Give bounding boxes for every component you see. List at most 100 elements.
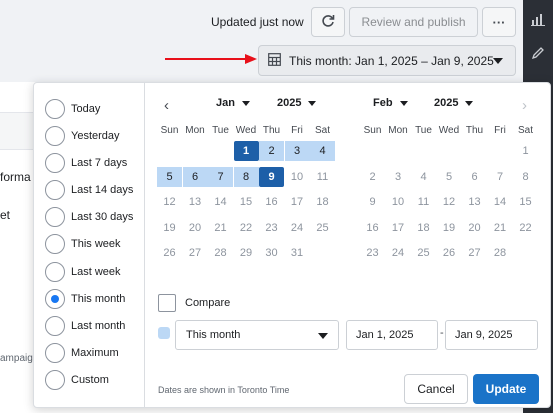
day-cell[interactable]: 24: [386, 243, 411, 263]
day-cell[interactable]: 2: [360, 167, 385, 187]
end-date-input[interactable]: Jan 9, 2025: [445, 320, 538, 350]
preset-this-month[interactable]: This month: [45, 288, 125, 310]
day-cell[interactable]: 27: [462, 243, 487, 263]
day-cell[interactable]: 31: [285, 243, 310, 263]
day-cell[interactable]: 2: [259, 141, 284, 161]
day-cell[interactable]: 8: [513, 167, 538, 187]
day-cell[interactable]: 6: [462, 167, 487, 187]
day-cell[interactable]: 16: [259, 192, 284, 212]
day-cell[interactable]: 23: [360, 243, 385, 263]
preset-last-14-days[interactable]: Last 14 days: [45, 179, 133, 201]
day-cell[interactable]: 5: [157, 166, 182, 187]
day-cell[interactable]: 3: [284, 141, 310, 161]
preset-maximum[interactable]: Maximum: [45, 342, 119, 364]
day-cell[interactable]: 20: [462, 218, 487, 238]
day-cell[interactable]: 15: [513, 192, 538, 212]
day-cell[interactable]: 26: [437, 243, 462, 263]
right-year-select[interactable]: 2025: [434, 97, 474, 109]
day-cell[interactable]: 16: [360, 218, 385, 238]
day-cell[interactable]: 18: [411, 218, 436, 238]
day-cell[interactable]: 21: [488, 218, 513, 238]
day-cell[interactable]: 11: [310, 167, 335, 187]
day-cell[interactable]: 12: [437, 192, 462, 212]
preset-radio[interactable]: [45, 126, 65, 146]
start-date-input[interactable]: Jan 1, 2025: [346, 320, 438, 350]
preset-radio[interactable]: [45, 207, 65, 227]
preset-radio[interactable]: [45, 343, 65, 363]
preset-custom[interactable]: Custom: [45, 369, 109, 391]
day-cell[interactable]: 8: [233, 166, 259, 187]
day-cell[interactable]: 25: [310, 218, 335, 238]
date-range-button[interactable]: This month: Jan 1, 2025 – Jan 9, 2025: [258, 45, 516, 76]
bar-chart-icon[interactable]: [531, 12, 545, 26]
preset-this-week[interactable]: This week: [45, 233, 121, 255]
day-cell[interactable]: 10: [285, 167, 310, 187]
day-cell[interactable]: 4: [411, 167, 436, 187]
cancel-button[interactable]: Cancel: [404, 374, 468, 404]
preset-radio[interactable]: [45, 180, 65, 200]
preset-radio[interactable]: [45, 370, 65, 390]
day-cell[interactable]: 9: [259, 166, 284, 187]
day-cell[interactable]: 22: [513, 218, 538, 238]
preset-last-month[interactable]: Last month: [45, 315, 125, 337]
preset-radio[interactable]: [45, 316, 65, 336]
day-cell[interactable]: 1: [513, 141, 538, 161]
day-cell[interactable]: 14: [208, 192, 233, 212]
day-cell[interactable]: 7: [488, 167, 513, 187]
preset-radio[interactable]: [45, 99, 65, 119]
day-cell[interactable]: 19: [157, 218, 182, 238]
chevron-left-icon[interactable]: ‹: [164, 97, 169, 114]
preset-last-7-days[interactable]: Last 7 days: [45, 152, 127, 174]
day-cell[interactable]: 23: [259, 218, 284, 238]
preset-today[interactable]: Today: [45, 98, 100, 120]
day-cell[interactable]: 1: [233, 141, 259, 161]
day-cell[interactable]: 30: [259, 243, 284, 263]
day-cell[interactable]: 13: [462, 192, 487, 212]
day-cell[interactable]: 21: [208, 218, 233, 238]
day-cell[interactable]: 4: [310, 141, 335, 161]
day-cell[interactable]: 20: [183, 218, 208, 238]
day-cell[interactable]: 10: [386, 192, 411, 212]
day-cell[interactable]: 17: [386, 218, 411, 238]
day-cell[interactable]: 9: [360, 192, 385, 212]
day-cell[interactable]: 25: [411, 243, 436, 263]
preset-yesterday[interactable]: Yesterday: [45, 125, 120, 147]
day-cell[interactable]: 24: [285, 218, 310, 238]
compare-toggle[interactable]: Compare: [158, 294, 230, 312]
range-select[interactable]: This month: [175, 320, 339, 350]
day-cell[interactable]: 18: [310, 192, 335, 212]
day-cell[interactable]: 28: [488, 243, 513, 263]
preset-last-week[interactable]: Last week: [45, 261, 121, 283]
more-options-button[interactable]: ···: [482, 7, 516, 37]
right-month-select[interactable]: Feb: [373, 97, 408, 109]
update-button[interactable]: Update: [473, 374, 539, 404]
day-cell[interactable]: 7: [208, 166, 233, 187]
day-cell[interactable]: 15: [234, 192, 259, 212]
day-cell[interactable]: 5: [437, 167, 462, 187]
day-cell[interactable]: 11: [411, 192, 436, 212]
pencil-icon[interactable]: [531, 46, 545, 60]
day-cell[interactable]: 26: [157, 243, 182, 263]
preset-last-30-days[interactable]: Last 30 days: [45, 206, 133, 228]
preset-radio[interactable]: [45, 153, 65, 173]
day-cell[interactable]: 13: [183, 192, 208, 212]
review-and-publish-button[interactable]: Review and publish: [349, 7, 478, 37]
day-cell[interactable]: 3: [386, 167, 411, 187]
preset-radio-selected[interactable]: [45, 289, 65, 309]
refresh-button[interactable]: [311, 7, 345, 37]
chevron-right-icon[interactable]: ›: [522, 97, 527, 114]
left-year-select[interactable]: 2025: [277, 97, 317, 109]
day-cell[interactable]: 27: [183, 243, 208, 263]
day-cell[interactable]: 28: [208, 243, 233, 263]
preset-radio[interactable]: [45, 234, 65, 254]
compare-checkbox[interactable]: [158, 294, 176, 312]
day-cell[interactable]: 6: [182, 166, 208, 187]
day-cell[interactable]: 19: [437, 218, 462, 238]
day-cell[interactable]: 14: [488, 192, 513, 212]
day-cell[interactable]: 17: [285, 192, 310, 212]
left-month-select[interactable]: Jan: [216, 97, 250, 109]
day-cell[interactable]: 22: [234, 218, 259, 238]
day-cell[interactable]: 12: [157, 192, 182, 212]
preset-radio[interactable]: [45, 262, 65, 282]
day-cell[interactable]: 29: [234, 243, 259, 263]
